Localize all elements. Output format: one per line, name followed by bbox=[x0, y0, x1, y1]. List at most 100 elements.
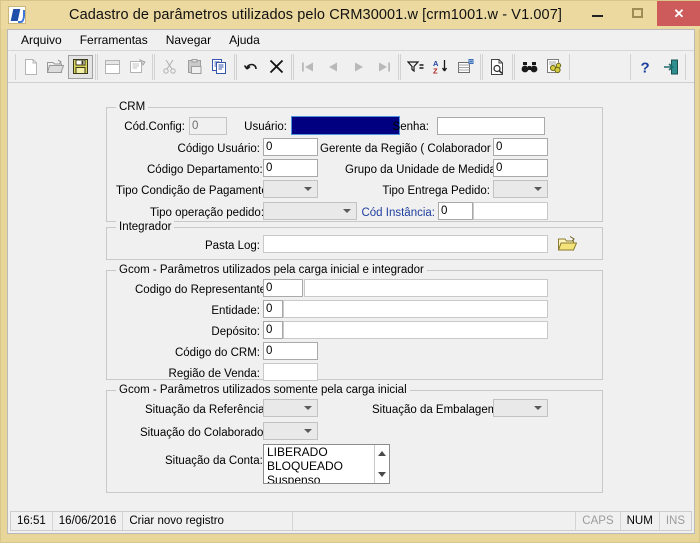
pasta-log-browse-button[interactable] bbox=[555, 234, 579, 254]
tipo-condicao-pagamento-label: Tipo Condição de Pagamento: bbox=[116, 185, 271, 197]
application-window: Cadastro de parâmetros utilizados pelo C… bbox=[0, 0, 700, 543]
maximize-icon bbox=[631, 8, 643, 18]
deposito-field[interactable]: 0 bbox=[263, 321, 283, 339]
deposito-description bbox=[283, 321, 548, 339]
maximize-button[interactable] bbox=[617, 1, 657, 25]
toolbar-group-file bbox=[15, 53, 96, 80]
cancel-button[interactable] bbox=[264, 55, 289, 79]
scroll-down-icon[interactable] bbox=[378, 472, 386, 477]
codigo-departamento-field[interactable]: 0 bbox=[263, 159, 318, 177]
chevron-down-icon bbox=[343, 209, 351, 213]
situacao-colaborador-select[interactable] bbox=[263, 422, 318, 440]
pasta-log-label: Pasta Log: bbox=[205, 240, 260, 252]
sort-button[interactable]: A Z bbox=[428, 55, 453, 79]
toolbar: A Z ? bbox=[8, 51, 694, 83]
cod-config-label: Cód.Config: bbox=[124, 121, 185, 133]
sort-az-icon: A Z bbox=[433, 59, 449, 74]
gcom-integrador-panel: Gcom - Parâmetros utilizados pela carga … bbox=[106, 264, 603, 381]
toolbar-group-window bbox=[97, 53, 153, 80]
undo-button[interactable] bbox=[239, 55, 264, 79]
deposito-label: Depósito: bbox=[211, 326, 260, 338]
usuario-label: Usuário: bbox=[244, 121, 287, 133]
situacao-embalagem-select[interactable] bbox=[493, 399, 548, 417]
list-item[interactable]: BLOQUEADO bbox=[264, 459, 389, 473]
status-ins-indicator: INS bbox=[665, 515, 685, 527]
chevron-down-icon bbox=[534, 406, 542, 410]
regiao-venda-field[interactable] bbox=[263, 363, 318, 381]
scroll-up-icon[interactable] bbox=[378, 451, 386, 456]
menu-item-navegar[interactable]: Navegar bbox=[157, 31, 220, 50]
last-record-button[interactable] bbox=[371, 55, 396, 79]
close-button[interactable]: ✕ bbox=[657, 1, 700, 26]
menu-item-arquivo[interactable]: Arquivo bbox=[12, 31, 71, 50]
title-bar[interactable]: Cadastro de parâmetros utilizados pelo C… bbox=[1, 1, 700, 29]
chevron-down-icon bbox=[304, 187, 312, 191]
cod-instancia-field[interactable]: 0 bbox=[438, 202, 473, 220]
next-record-icon bbox=[351, 61, 366, 73]
new-window-icon bbox=[457, 59, 474, 74]
new-window-button[interactable] bbox=[453, 55, 478, 79]
status-message: Criar novo registro bbox=[123, 512, 294, 530]
senha-field[interactable] bbox=[437, 117, 545, 135]
situacao-conta-listbox[interactable]: LIBERADO BLOQUEADO Suspenso bbox=[263, 444, 390, 484]
toolbar-group-navigation bbox=[293, 53, 399, 80]
previous-record-icon bbox=[326, 61, 341, 73]
properties-button[interactable] bbox=[125, 55, 150, 79]
print-preview-button[interactable] bbox=[485, 55, 510, 79]
status-time: 16:51 bbox=[11, 512, 53, 530]
open-folder-icon bbox=[47, 59, 64, 74]
app-logo-icon bbox=[8, 6, 26, 24]
advanced-search-button[interactable] bbox=[542, 55, 567, 79]
toolbar-group-clipboard bbox=[154, 53, 235, 80]
minimize-button[interactable] bbox=[577, 1, 617, 25]
regiao-venda-label: Região de Venda: bbox=[168, 368, 260, 380]
gerente-regiao-field[interactable]: 0 bbox=[493, 138, 548, 156]
exit-door-icon bbox=[663, 59, 679, 75]
cut-button[interactable] bbox=[157, 55, 182, 79]
next-record-button[interactable] bbox=[346, 55, 371, 79]
help-button[interactable]: ? bbox=[633, 55, 658, 79]
previous-record-button[interactable] bbox=[321, 55, 346, 79]
list-item[interactable]: LIBERADO bbox=[264, 445, 389, 459]
gcom-carga-panel-legend: Gcom - Parâmetros utilizados somente pel… bbox=[116, 384, 410, 396]
window-controls: ✕ bbox=[577, 1, 700, 29]
situacao-conta-scrollbar[interactable] bbox=[374, 445, 389, 483]
window-button[interactable] bbox=[100, 55, 125, 79]
codigo-crm-field[interactable]: 0 bbox=[263, 342, 318, 360]
exit-button[interactable] bbox=[658, 55, 683, 79]
integrador-panel: Integrador Pasta Log: bbox=[106, 221, 603, 260]
open-button[interactable] bbox=[43, 55, 68, 79]
senha-label: Senha: bbox=[392, 121, 429, 133]
pasta-log-field[interactable] bbox=[263, 235, 548, 253]
situacao-conta-label: Situação da Conta: bbox=[165, 455, 263, 467]
tipo-condicao-pagamento-select[interactable] bbox=[263, 180, 318, 198]
binoculars-search-icon bbox=[521, 60, 538, 74]
paste-button[interactable] bbox=[182, 55, 207, 79]
entidade-field[interactable]: 0 bbox=[263, 300, 283, 318]
properties-icon bbox=[129, 59, 146, 74]
cod-instancia-label[interactable]: Cód Instância: bbox=[359, 206, 435, 220]
chevron-down-icon bbox=[534, 187, 542, 191]
save-button[interactable] bbox=[68, 54, 93, 79]
copy-button[interactable] bbox=[207, 55, 232, 79]
menu-item-ajuda[interactable]: Ajuda bbox=[220, 31, 269, 50]
list-item[interactable]: Suspenso bbox=[264, 473, 389, 483]
tipo-operacao-pedido-select[interactable] bbox=[263, 202, 357, 220]
grupo-unidade-medida-field[interactable]: 0 bbox=[493, 159, 548, 177]
toolbar-group-edit bbox=[236, 53, 292, 80]
cod-config-field[interactable]: 0 bbox=[189, 117, 227, 135]
codigo-representante-field[interactable]: 0 bbox=[263, 279, 303, 297]
codigo-usuario-field[interactable]: 0 bbox=[263, 138, 318, 156]
situacao-referencia-select[interactable] bbox=[263, 399, 318, 417]
filter-button[interactable] bbox=[403, 55, 428, 79]
first-record-button[interactable] bbox=[296, 55, 321, 79]
gerente-regiao-label: Gerente da Região ( Colaborador ): bbox=[320, 143, 501, 155]
new-button[interactable] bbox=[18, 55, 43, 79]
menu-item-ferramentas[interactable]: Ferramentas bbox=[71, 31, 157, 50]
integrador-panel-legend: Integrador bbox=[116, 221, 175, 233]
tipo-entrega-pedido-label: Tipo Entrega Pedido: bbox=[382, 185, 490, 197]
tipo-entrega-pedido-select[interactable] bbox=[493, 180, 548, 198]
chevron-down-icon bbox=[304, 429, 312, 433]
crm-panel: CRM Cód.Config: 0 Usuário: Senha: Código… bbox=[106, 101, 603, 222]
search-button[interactable] bbox=[517, 55, 542, 79]
